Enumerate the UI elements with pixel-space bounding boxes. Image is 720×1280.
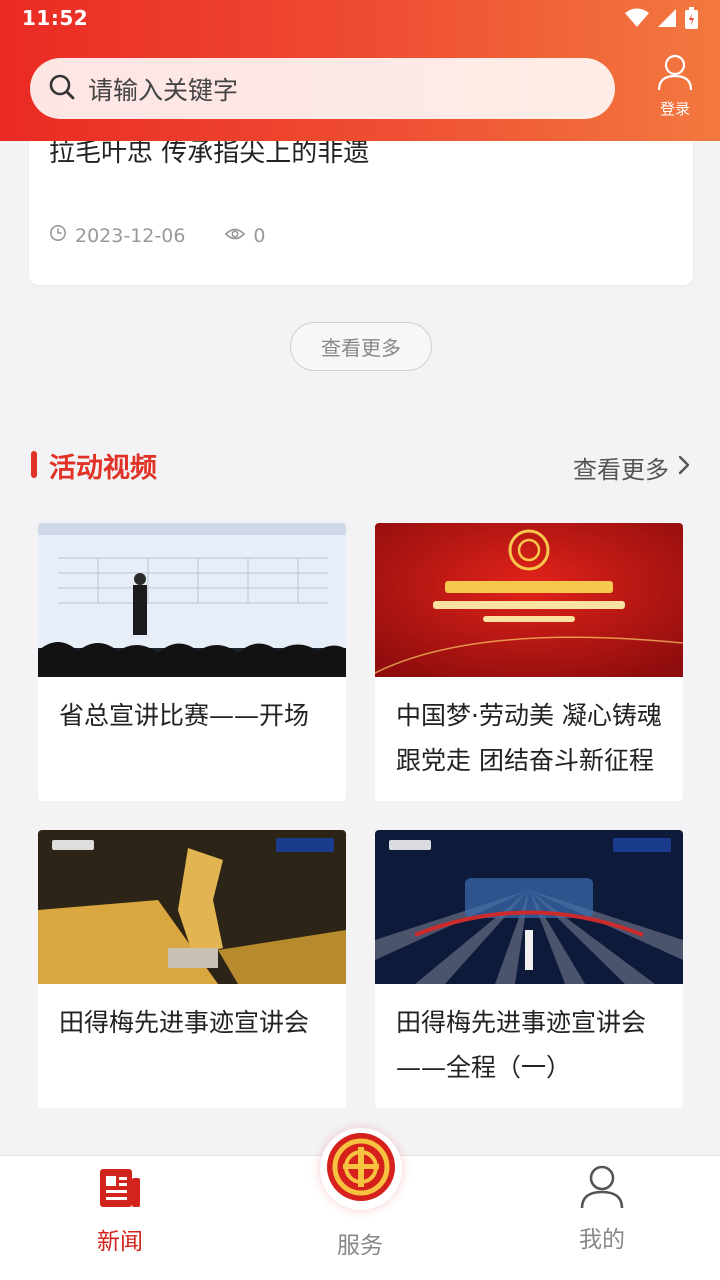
login-button[interactable]: 登录: [650, 52, 700, 119]
video-card[interactable]: 田得梅先进事迹宣讲会: [38, 830, 346, 1108]
news-views-count: 0: [253, 224, 266, 247]
video-thumbnail: [375, 830, 683, 984]
news-date: 2023-12-06: [49, 224, 185, 247]
signal-icon: [657, 8, 677, 32]
user-icon: [655, 54, 695, 96]
status-bar: 11:52: [0, 0, 720, 38]
video-card[interactable]: 田得梅先进事迹宣讲会——全程（一）: [375, 830, 683, 1108]
video-thumbnail: [38, 523, 346, 677]
service-button[interactable]: [320, 1128, 402, 1210]
union-emblem-icon: [325, 1131, 397, 1207]
section-title: 活动视频: [49, 453, 157, 484]
wifi-icon: [625, 8, 649, 32]
news-meta: 2023-12-06 0: [49, 224, 306, 247]
video-card[interactable]: 省总宣讲比赛——开场: [38, 523, 346, 801]
video-title: 中国梦·劳动美 凝心铸魂跟党走 团结奋斗新征程: [396, 701, 662, 775]
person-icon: [522, 1164, 682, 1214]
view-more-button[interactable]: 查看更多: [290, 322, 432, 371]
battery-icon: [685, 7, 698, 33]
section-more-label: 查看更多: [573, 456, 669, 484]
video-title: 田得梅先进事迹宣讲会: [59, 1008, 310, 1037]
search-input[interactable]: 请输入关键字: [30, 58, 615, 119]
search-icon: [48, 73, 76, 105]
section-more-link[interactable]: 查看更多: [573, 450, 691, 485]
tab-service-label: 服务: [337, 1233, 383, 1259]
search-placeholder: 请输入关键字: [88, 75, 239, 105]
chevron-right-icon: [677, 454, 691, 482]
status-time: 11:52: [22, 6, 89, 30]
app-header: 11:52 请输入关键字 登录: [0, 0, 720, 141]
login-label: 登录: [659, 100, 690, 118]
section-header: 活动视频 查看更多: [31, 446, 691, 486]
status-icons: [625, 7, 698, 33]
tab-mine[interactable]: 我的: [522, 1156, 682, 1254]
video-title: 田得梅先进事迹宣讲会——全程（一）: [396, 1008, 647, 1082]
video-thumbnail: [375, 523, 683, 677]
video-thumbnail: [38, 830, 346, 984]
tab-news[interactable]: 新闻: [40, 1156, 200, 1256]
news-icon: [40, 1166, 200, 1214]
video-title: 省总宣讲比赛——开场: [59, 701, 310, 730]
news-views: 0: [225, 224, 266, 247]
tab-mine-label: 我的: [579, 1227, 625, 1253]
section-accent-bar: [31, 451, 37, 478]
news-date-text: 2023-12-06: [75, 224, 186, 247]
video-card[interactable]: 中国梦·劳动美 凝心铸魂跟党走 团结奋斗新征程: [375, 523, 683, 801]
clock-icon: [49, 224, 67, 247]
eye-icon: [225, 225, 246, 247]
tab-news-label: 新闻: [97, 1229, 143, 1255]
